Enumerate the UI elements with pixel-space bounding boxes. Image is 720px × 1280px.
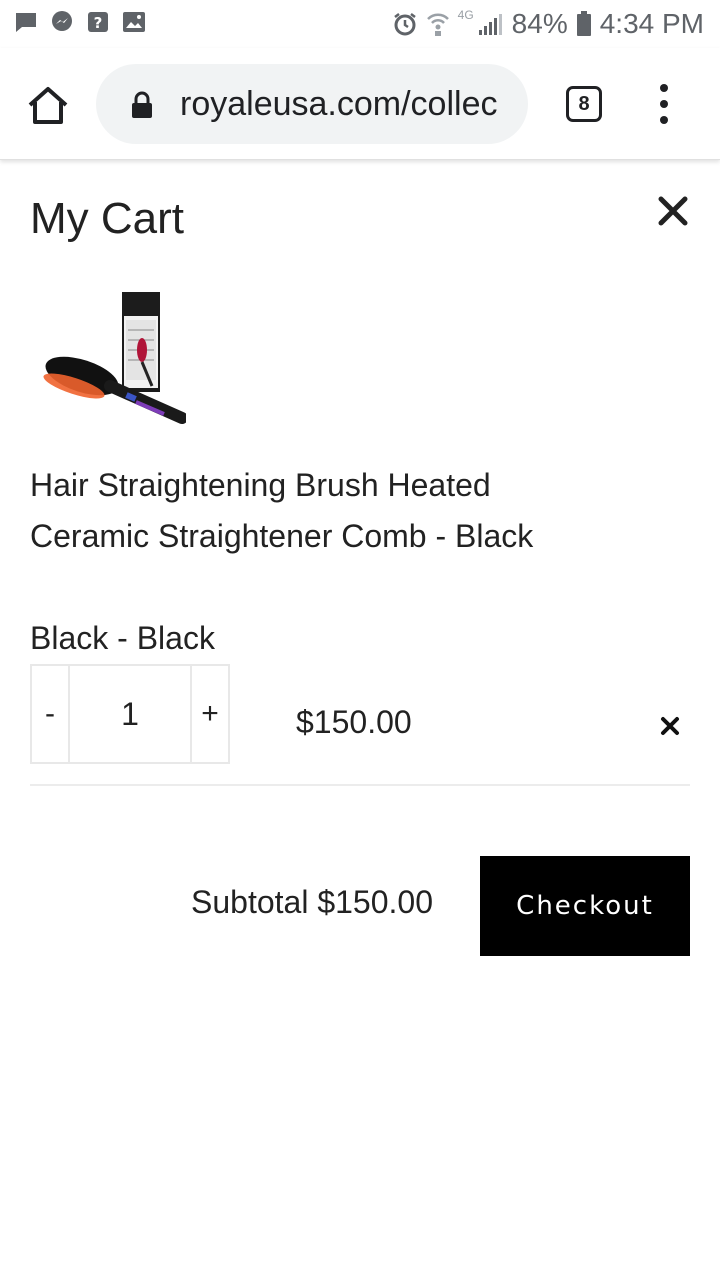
line-item-price: $150.00 [296,704,412,740]
network-type: 4G [457,8,474,22]
home-icon[interactable] [26,84,70,128]
battery-level: 84% [511,8,568,39]
browser-toolbar: royaleusa.com/collec 8 [0,48,720,160]
help-icon: ? [86,10,110,34]
messenger-icon [50,10,74,34]
lock-icon [130,91,154,119]
image-icon [122,10,146,34]
subtotal: Subtotal $150.00 [191,884,433,920]
message-icon [14,10,38,34]
address-bar[interactable]: royaleusa.com/collec [96,64,528,144]
product-variant: Black - Black [30,620,215,656]
signal-icon [478,12,504,36]
status-bar: ? 4G 84% 4:34 PM [0,0,720,48]
increase-quantity-button[interactable]: + [190,666,228,762]
alarm-icon [392,11,418,37]
battery-icon [576,11,592,37]
url-text[interactable]: royaleusa.com/collec [180,84,510,124]
clock: 4:34 PM [599,8,704,39]
product-image[interactable] [40,290,188,430]
svg-text:?: ? [94,14,103,32]
checkout-button[interactable]: Checkout [480,856,690,956]
remove-item-icon[interactable] [660,716,680,736]
more-menu-icon[interactable] [654,84,674,124]
cart-title: My Cart [30,194,184,243]
quantity-input[interactable]: 1 [70,666,190,762]
close-icon[interactable] [656,194,690,228]
divider [30,784,690,786]
product-title[interactable]: Hair Straightening Brush Heated Ceramic … [30,460,550,562]
system-status: 4G 84% 4:34 PM [392,8,704,40]
tab-switcher-button[interactable]: 8 [566,86,602,122]
wifi-calling-icon [426,11,450,37]
notification-icons: ? [14,10,146,34]
decrease-quantity-button[interactable]: - [32,666,70,762]
quantity-stepper: - 1 + [30,664,230,764]
